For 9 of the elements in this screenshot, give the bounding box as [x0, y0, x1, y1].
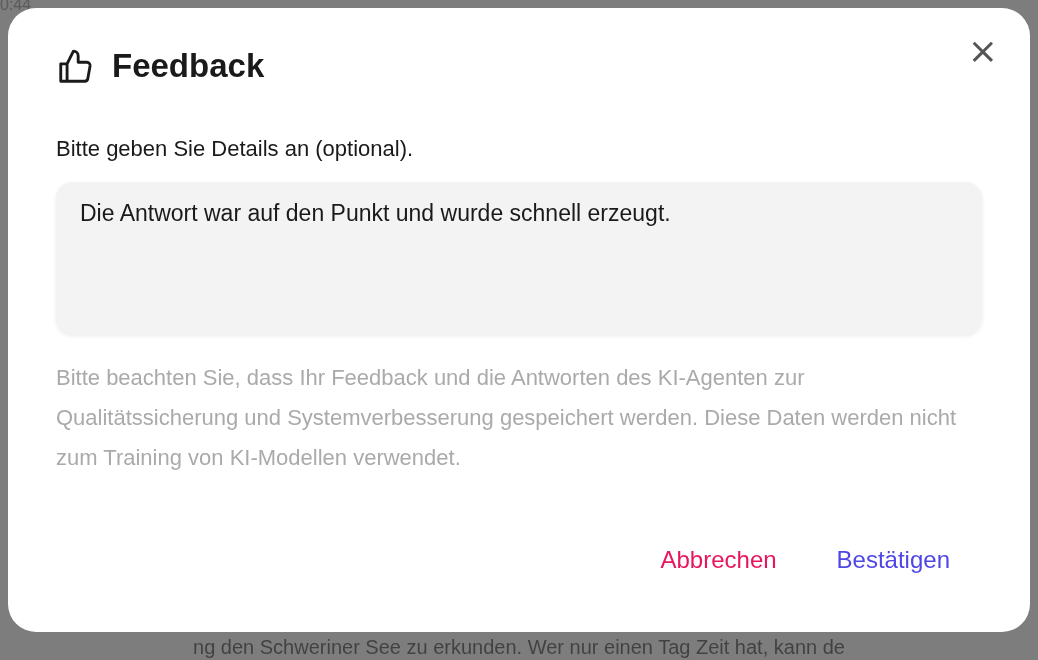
details-field[interactable]: Die Antwort war auf den Punkt und wurde schnell erzeugt. [56, 182, 982, 334]
privacy-note: Bitte beachten Sie, dass Ihr Feedback und die Antworten des KI-Agenten zur Qualitätssicherung und Systemverbesserung gespeichert werden. Diese Daten werden nicht zum Training von KI-Modellen verwendet. [56, 364, 958, 472]
cancel-button[interactable]: Abbrechen [650, 540, 787, 580]
dialog-title: Feedback [112, 47, 265, 85]
thumbs-up-icon [56, 48, 94, 86]
field-label: Bitte geben Sie Details an (optional). [56, 136, 415, 162]
background-text: ng den Schweriner See zu erkunden. Wer nur einen Tag Zeit hat, kann de [193, 636, 845, 659]
confirm-button[interactable]: Bestätigen [826, 540, 960, 580]
close-button[interactable]: × [961, 30, 1004, 71]
